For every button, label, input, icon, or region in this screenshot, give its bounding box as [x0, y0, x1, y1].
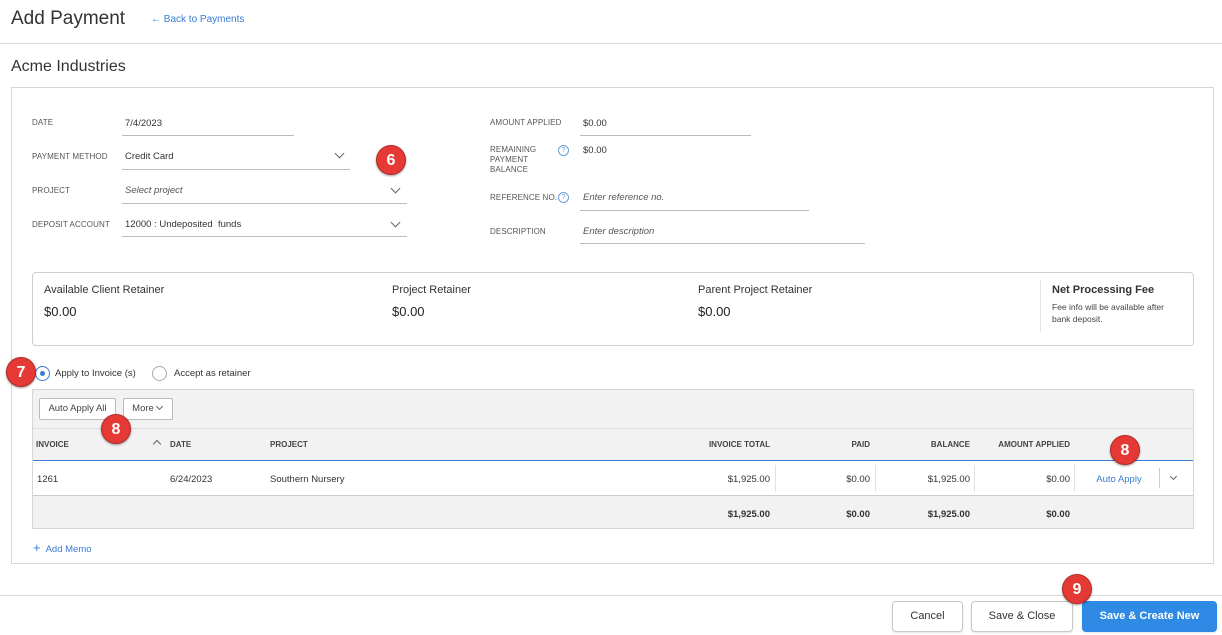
- description-label: DESCRIPTION: [490, 227, 546, 236]
- client-name: Acme Industries: [11, 58, 126, 75]
- auto-apply-all-button[interactable]: Auto Apply All: [39, 398, 116, 420]
- project-retainer-value: $0.00: [392, 304, 425, 319]
- total-invoice-total: $1,925.00: [727, 509, 770, 520]
- client-retainer-title: Available Client Retainer: [44, 284, 165, 296]
- cell-balance: $1,925.00: [927, 474, 970, 485]
- col-balance[interactable]: BALANCE: [870, 440, 970, 449]
- project-label: PROJECT: [32, 186, 71, 195]
- col-date[interactable]: DATE: [170, 440, 191, 449]
- deposit-account-underline: [122, 236, 407, 237]
- remaining-balance-value: $0.00: [583, 145, 607, 156]
- save-create-new-button[interactable]: Save & Create New: [1082, 601, 1217, 632]
- parent-retainer-title: Parent Project Retainer: [698, 284, 813, 296]
- reference-no-input[interactable]: Enter reference no.: [583, 192, 664, 203]
- reference-no-underline: [580, 210, 809, 211]
- col-paid[interactable]: PAID: [780, 440, 870, 449]
- cell-paid: $0.00: [846, 474, 870, 485]
- project-retainer-title: Project Retainer: [392, 284, 471, 296]
- callout-badge: 8: [1110, 435, 1140, 465]
- amount-applied-value: $0.00: [583, 118, 607, 129]
- deposit-account-label: DEPOSIT ACCOUNT: [32, 220, 110, 229]
- col-invoice[interactable]: INVOICE: [36, 440, 69, 449]
- cell-date: 6/24/2023: [170, 474, 213, 485]
- col-invoice-total[interactable]: INVOICE TOTAL: [660, 440, 770, 449]
- save-close-button[interactable]: Save & Close: [971, 601, 1073, 632]
- column-divider: [775, 465, 776, 492]
- cell-invoice-total: $1,925.00: [727, 474, 770, 485]
- amount-applied-input[interactable]: $0.00: [970, 474, 1070, 485]
- back-to-payments-link[interactable]: ← Back to Payments: [151, 14, 244, 25]
- amount-applied-underline: [580, 135, 751, 136]
- deposit-account-select[interactable]: 12000 : Undeposited funds: [125, 219, 241, 230]
- cell-invoice[interactable]: 1261: [37, 474, 58, 485]
- callout-badge: 6: [376, 145, 406, 175]
- processing-fee-title: Net Processing Fee: [1052, 284, 1155, 296]
- callout-badge: 8: [101, 414, 131, 444]
- header-divider: [0, 43, 1222, 44]
- column-divider: [1074, 465, 1075, 492]
- col-amount-applied[interactable]: AMOUNT APPLIED: [970, 440, 1070, 449]
- project-underline: [122, 203, 407, 204]
- callout-badge: 7: [6, 357, 36, 387]
- col-project[interactable]: PROJECT: [270, 440, 308, 449]
- accept-retainer-radio[interactable]: [152, 366, 167, 381]
- reference-no-label: REFERENCE NO.: [490, 193, 558, 202]
- plus-icon: +: [33, 540, 41, 555]
- page-title: Add Payment: [11, 8, 126, 29]
- parent-retainer-value: $0.00: [698, 304, 731, 319]
- retainer-summary-box: [32, 272, 1194, 346]
- total-amount-applied: $0.00: [1046, 509, 1070, 520]
- table-toolbar: [33, 390, 1193, 428]
- help-icon[interactable]: ?: [558, 145, 569, 156]
- help-icon[interactable]: ?: [558, 192, 569, 203]
- date-input[interactable]: 7/4/2023: [125, 118, 162, 129]
- apply-invoice-label[interactable]: Apply to Invoice (s): [55, 368, 136, 379]
- split-divider: [1159, 468, 1160, 488]
- payment-method-select[interactable]: Credit Card: [125, 151, 174, 162]
- project-select[interactable]: Select project: [125, 185, 183, 196]
- amount-applied-label: AMOUNT APPLIED: [490, 118, 562, 127]
- date-label: DATE: [32, 118, 54, 127]
- more-button[interactable]: More: [123, 398, 173, 420]
- processing-fee-note: Fee info will be available after bank de…: [1052, 302, 1164, 324]
- total-balance: $1,925.00: [927, 509, 970, 520]
- description-underline: [580, 243, 865, 244]
- add-memo-link[interactable]: + Add Memo: [33, 540, 92, 555]
- retainer-divider: [1040, 280, 1041, 332]
- footer-divider: [0, 595, 1222, 596]
- callout-badge: 9: [1062, 574, 1092, 604]
- remaining-balance-label: REMAINING PAYMENT BALANCE: [490, 145, 537, 174]
- cell-project: Southern Nursery: [270, 474, 345, 485]
- description-input[interactable]: Enter description: [583, 226, 654, 237]
- accept-retainer-label[interactable]: Accept as retainer: [174, 368, 251, 379]
- auto-apply-button[interactable]: Auto Apply: [1079, 474, 1159, 485]
- apply-invoice-radio[interactable]: [35, 366, 50, 381]
- cancel-button[interactable]: Cancel: [892, 601, 963, 632]
- client-retainer-value: $0.00: [44, 304, 77, 319]
- total-paid: $0.00: [846, 509, 870, 520]
- payment-method-underline: [122, 169, 350, 170]
- date-underline: [122, 135, 294, 136]
- payment-method-label: PAYMENT METHOD: [32, 152, 108, 161]
